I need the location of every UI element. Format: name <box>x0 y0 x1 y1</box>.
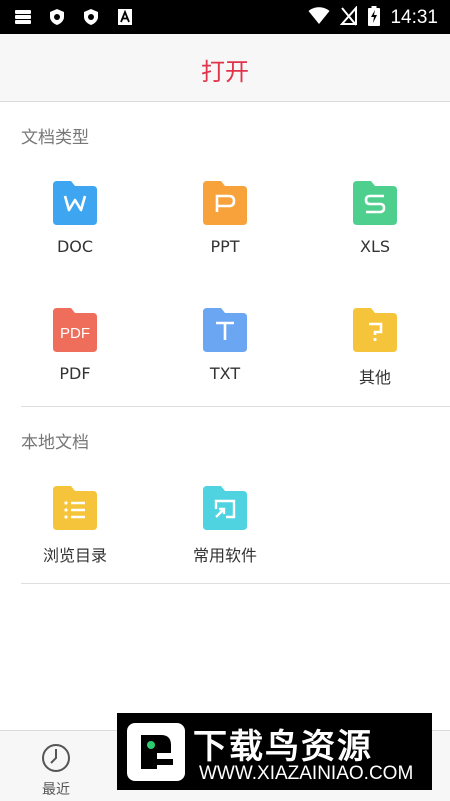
local-item-label: 常用软件 <box>192 546 257 565</box>
wifi-icon <box>308 7 330 29</box>
pdf-folder-icon: PDF <box>53 308 97 352</box>
page-title: 打开 <box>201 58 249 86</box>
section-divider <box>21 406 450 407</box>
txt-folder-icon <box>203 308 247 352</box>
doc-folder-icon <box>53 181 97 225</box>
shield-icon-2 <box>82 8 100 26</box>
clock-icon <box>42 744 70 772</box>
watermark-title: 下载鸟资源 <box>193 727 373 767</box>
watermark-banner: 下载鸟资源 WWW.XIAZAINIAO.COM <box>117 713 432 790</box>
status-time: 14:31 <box>390 7 438 28</box>
apps-folder-icon <box>203 486 247 530</box>
status-system-icons: 14:31 <box>308 5 438 30</box>
storage-icon <box>14 8 32 26</box>
ppt-folder-icon <box>203 181 247 225</box>
doc-type-doc[interactable]: DOC <box>0 179 150 256</box>
status-notification-icons <box>14 8 134 26</box>
watermark-url: WWW.XIAZAINIAO.COM <box>199 763 414 784</box>
browse-folder-icon <box>53 486 97 530</box>
no-signal-icon <box>340 5 358 30</box>
nav-item-recent[interactable]: 最近 <box>0 731 112 801</box>
svg-text:PDF: PDF <box>60 325 90 342</box>
doc-type-label: TXT <box>209 364 241 383</box>
bird-logo-icon <box>127 723 185 781</box>
doc-type-label: 其他 <box>358 368 391 387</box>
doc-type-xls[interactable]: XLS <box>300 179 450 256</box>
doc-type-txt[interactable]: TXT <box>150 306 300 383</box>
doc-type-pdf[interactable]: PDF PDF <box>0 306 150 383</box>
shield-icon <box>48 8 66 26</box>
section-divider <box>21 583 450 584</box>
doc-type-label: DOC <box>56 237 94 256</box>
status-bar: 14:31 <box>0 0 450 34</box>
doc-type-other[interactable]: 其他 <box>300 306 450 388</box>
local-item-label: 浏览目录 <box>42 546 107 565</box>
section-title-doc-types: 文档类型 <box>21 128 89 148</box>
doc-type-ppt[interactable]: PPT <box>150 179 300 256</box>
xls-folder-icon <box>353 181 397 225</box>
doc-type-label: PPT <box>210 237 240 256</box>
other-folder-icon <box>353 308 397 352</box>
doc-type-label: XLS <box>359 237 391 256</box>
battery-charging-icon <box>368 6 381 30</box>
section-title-local: 本地文档 <box>21 433 89 453</box>
title-bar: 打开 <box>0 34 450 102</box>
doc-type-label: PDF <box>59 364 91 383</box>
local-browse-directory[interactable]: 浏览目录 <box>0 484 150 566</box>
font-app-icon <box>116 8 134 26</box>
nav-label: 最近 <box>42 782 70 798</box>
local-common-apps[interactable]: 常用软件 <box>150 484 300 566</box>
